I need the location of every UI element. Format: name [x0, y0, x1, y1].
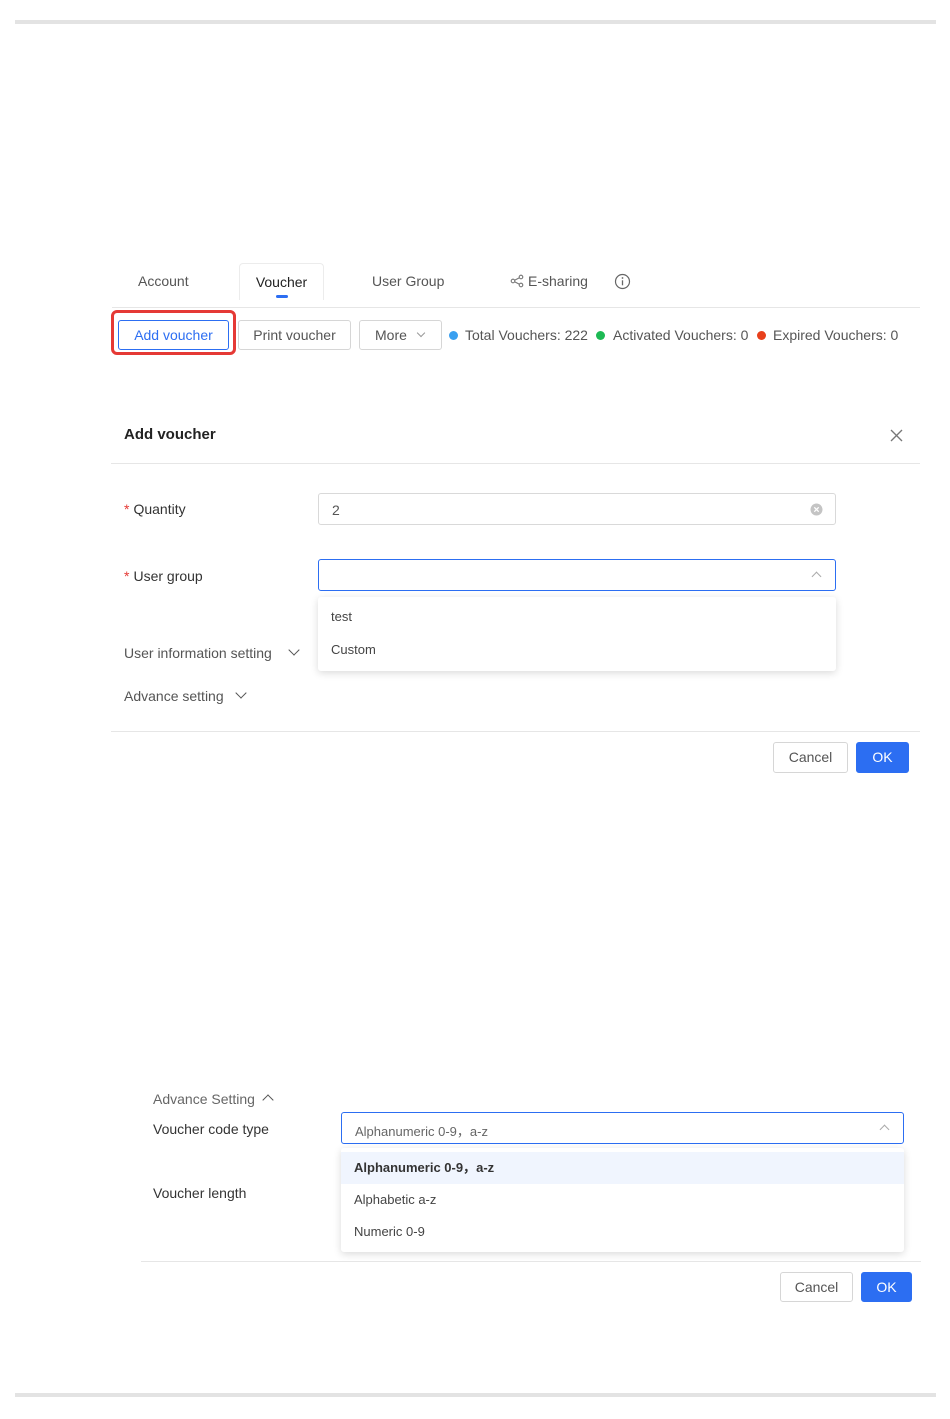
advance-setting-section-title: Advance Setting	[153, 1091, 255, 1107]
voucher-code-type-dropdown: Alphanumeric 0-9，a-z Alphabetic a-z Nume…	[341, 1148, 904, 1252]
share-icon	[510, 274, 524, 288]
quantity-field[interactable]: 2	[318, 493, 836, 525]
user-group-option[interactable]: Custom	[318, 634, 836, 666]
advanced-ok-button[interactable]: OK	[861, 1272, 912, 1302]
chevron-up-icon	[811, 571, 822, 582]
chevron-up-icon	[879, 1124, 890, 1135]
tab-account[interactable]: Account	[138, 263, 189, 299]
more-button[interactable]: More	[359, 320, 442, 350]
voucher-code-type-select[interactable]: Alphanumeric 0-9，a-z	[341, 1112, 904, 1144]
code-type-option[interactable]: Alphanumeric 0-9，a-z	[341, 1152, 904, 1184]
active-tab-indicator	[276, 295, 288, 298]
expired-status-dot	[757, 331, 766, 340]
user-group-select[interactable]	[318, 559, 836, 591]
activated-status-dot	[596, 331, 605, 340]
chevron-down-icon	[288, 644, 300, 656]
dialog-header-divider	[111, 463, 920, 464]
chevron-down-icon	[235, 687, 247, 699]
dialog-title: Add voucher	[124, 426, 216, 443]
required-mark: *	[124, 568, 130, 584]
clear-icon[interactable]	[810, 503, 823, 516]
add-voucher-button[interactable]: Add voucher	[118, 320, 229, 350]
close-icon[interactable]	[890, 429, 903, 442]
voucher-code-type-value: Alphanumeric 0-9，a-z	[355, 1124, 488, 1139]
advance-setting-section-toggle[interactable]: Advance Setting	[153, 1091, 255, 1107]
voucher-length-label: Voucher length	[153, 1185, 247, 1201]
chevron-up-icon	[262, 1094, 274, 1106]
cancel-button[interactable]: Cancel	[773, 742, 848, 773]
tab-user-group[interactable]: User Group	[372, 263, 444, 299]
bottom-divider	[15, 1393, 936, 1397]
quantity-label: * Quantity	[124, 501, 186, 517]
advanced-cancel-button[interactable]: Cancel	[780, 1272, 853, 1302]
advance-setting-toggle[interactable]: Advance setting	[124, 688, 224, 704]
user-info-setting-toggle[interactable]: User information setting	[124, 645, 272, 661]
voucher-code-type-label: Voucher code type	[153, 1121, 269, 1137]
expired-vouchers: Expired Vouchers: 0	[773, 327, 899, 343]
chevron-down-icon	[416, 328, 426, 338]
more-label: More	[375, 327, 407, 343]
code-type-option[interactable]: Alphabetic a-z	[341, 1184, 904, 1216]
dialog-footer-divider	[111, 731, 920, 732]
top-divider	[15, 20, 936, 24]
activated-vouchers: Activated Vouchers: 0	[613, 327, 749, 343]
user-info-setting-label: User information setting	[124, 645, 272, 661]
quantity-label-text: Quantity	[133, 501, 186, 517]
tab-esharing-label: E-sharing	[528, 273, 588, 289]
user-group-option[interactable]: test	[318, 601, 836, 633]
tab-esharing[interactable]: E-sharing	[510, 263, 588, 299]
advance-setting-label: Advance setting	[124, 688, 224, 704]
user-group-dropdown: test Custom	[318, 597, 836, 671]
quantity-value: 2	[332, 502, 340, 518]
ok-button[interactable]: OK	[856, 742, 909, 773]
advanced-footer-divider	[141, 1261, 921, 1262]
print-voucher-button[interactable]: Print voucher	[238, 320, 351, 350]
info-icon[interactable]	[614, 273, 631, 290]
tab-divider	[112, 307, 920, 308]
required-mark: *	[124, 501, 130, 517]
total-status-dot	[449, 331, 458, 340]
total-vouchers: Total Vouchers: 222	[465, 327, 588, 343]
user-group-label-text: User group	[133, 568, 203, 584]
code-type-option[interactable]: Numeric 0-9	[341, 1216, 904, 1248]
user-group-label: * User group	[124, 568, 203, 584]
